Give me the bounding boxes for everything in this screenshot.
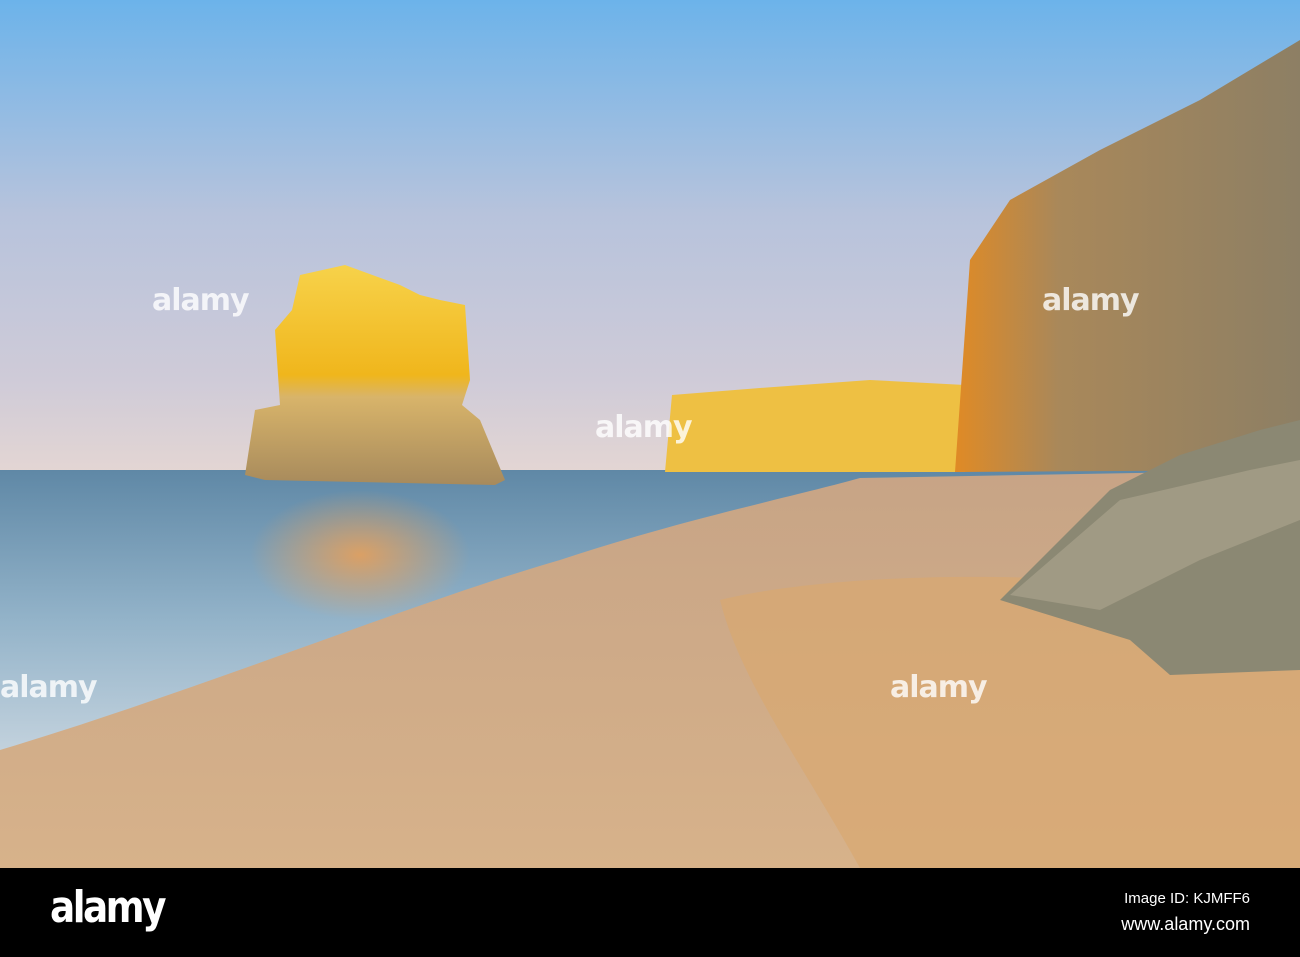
site-url: www.alamy.com xyxy=(1121,914,1250,934)
stock-photo: alamy alamy alamy alamy alamy alamy Imag… xyxy=(0,0,1300,957)
footer-bar: alamy Image ID: KJMFF6 www.alamy.com xyxy=(0,868,1300,957)
watermark-text: alamy xyxy=(890,670,988,705)
image-id: Image ID: KJMFF6 xyxy=(1124,890,1250,907)
watermark-text: alamy xyxy=(1042,283,1140,318)
watermark-text: alamy xyxy=(0,670,98,705)
alamy-logo: alamy xyxy=(50,882,166,933)
watermark-text: alamy xyxy=(152,283,250,318)
watermark-text: alamy xyxy=(595,410,693,445)
